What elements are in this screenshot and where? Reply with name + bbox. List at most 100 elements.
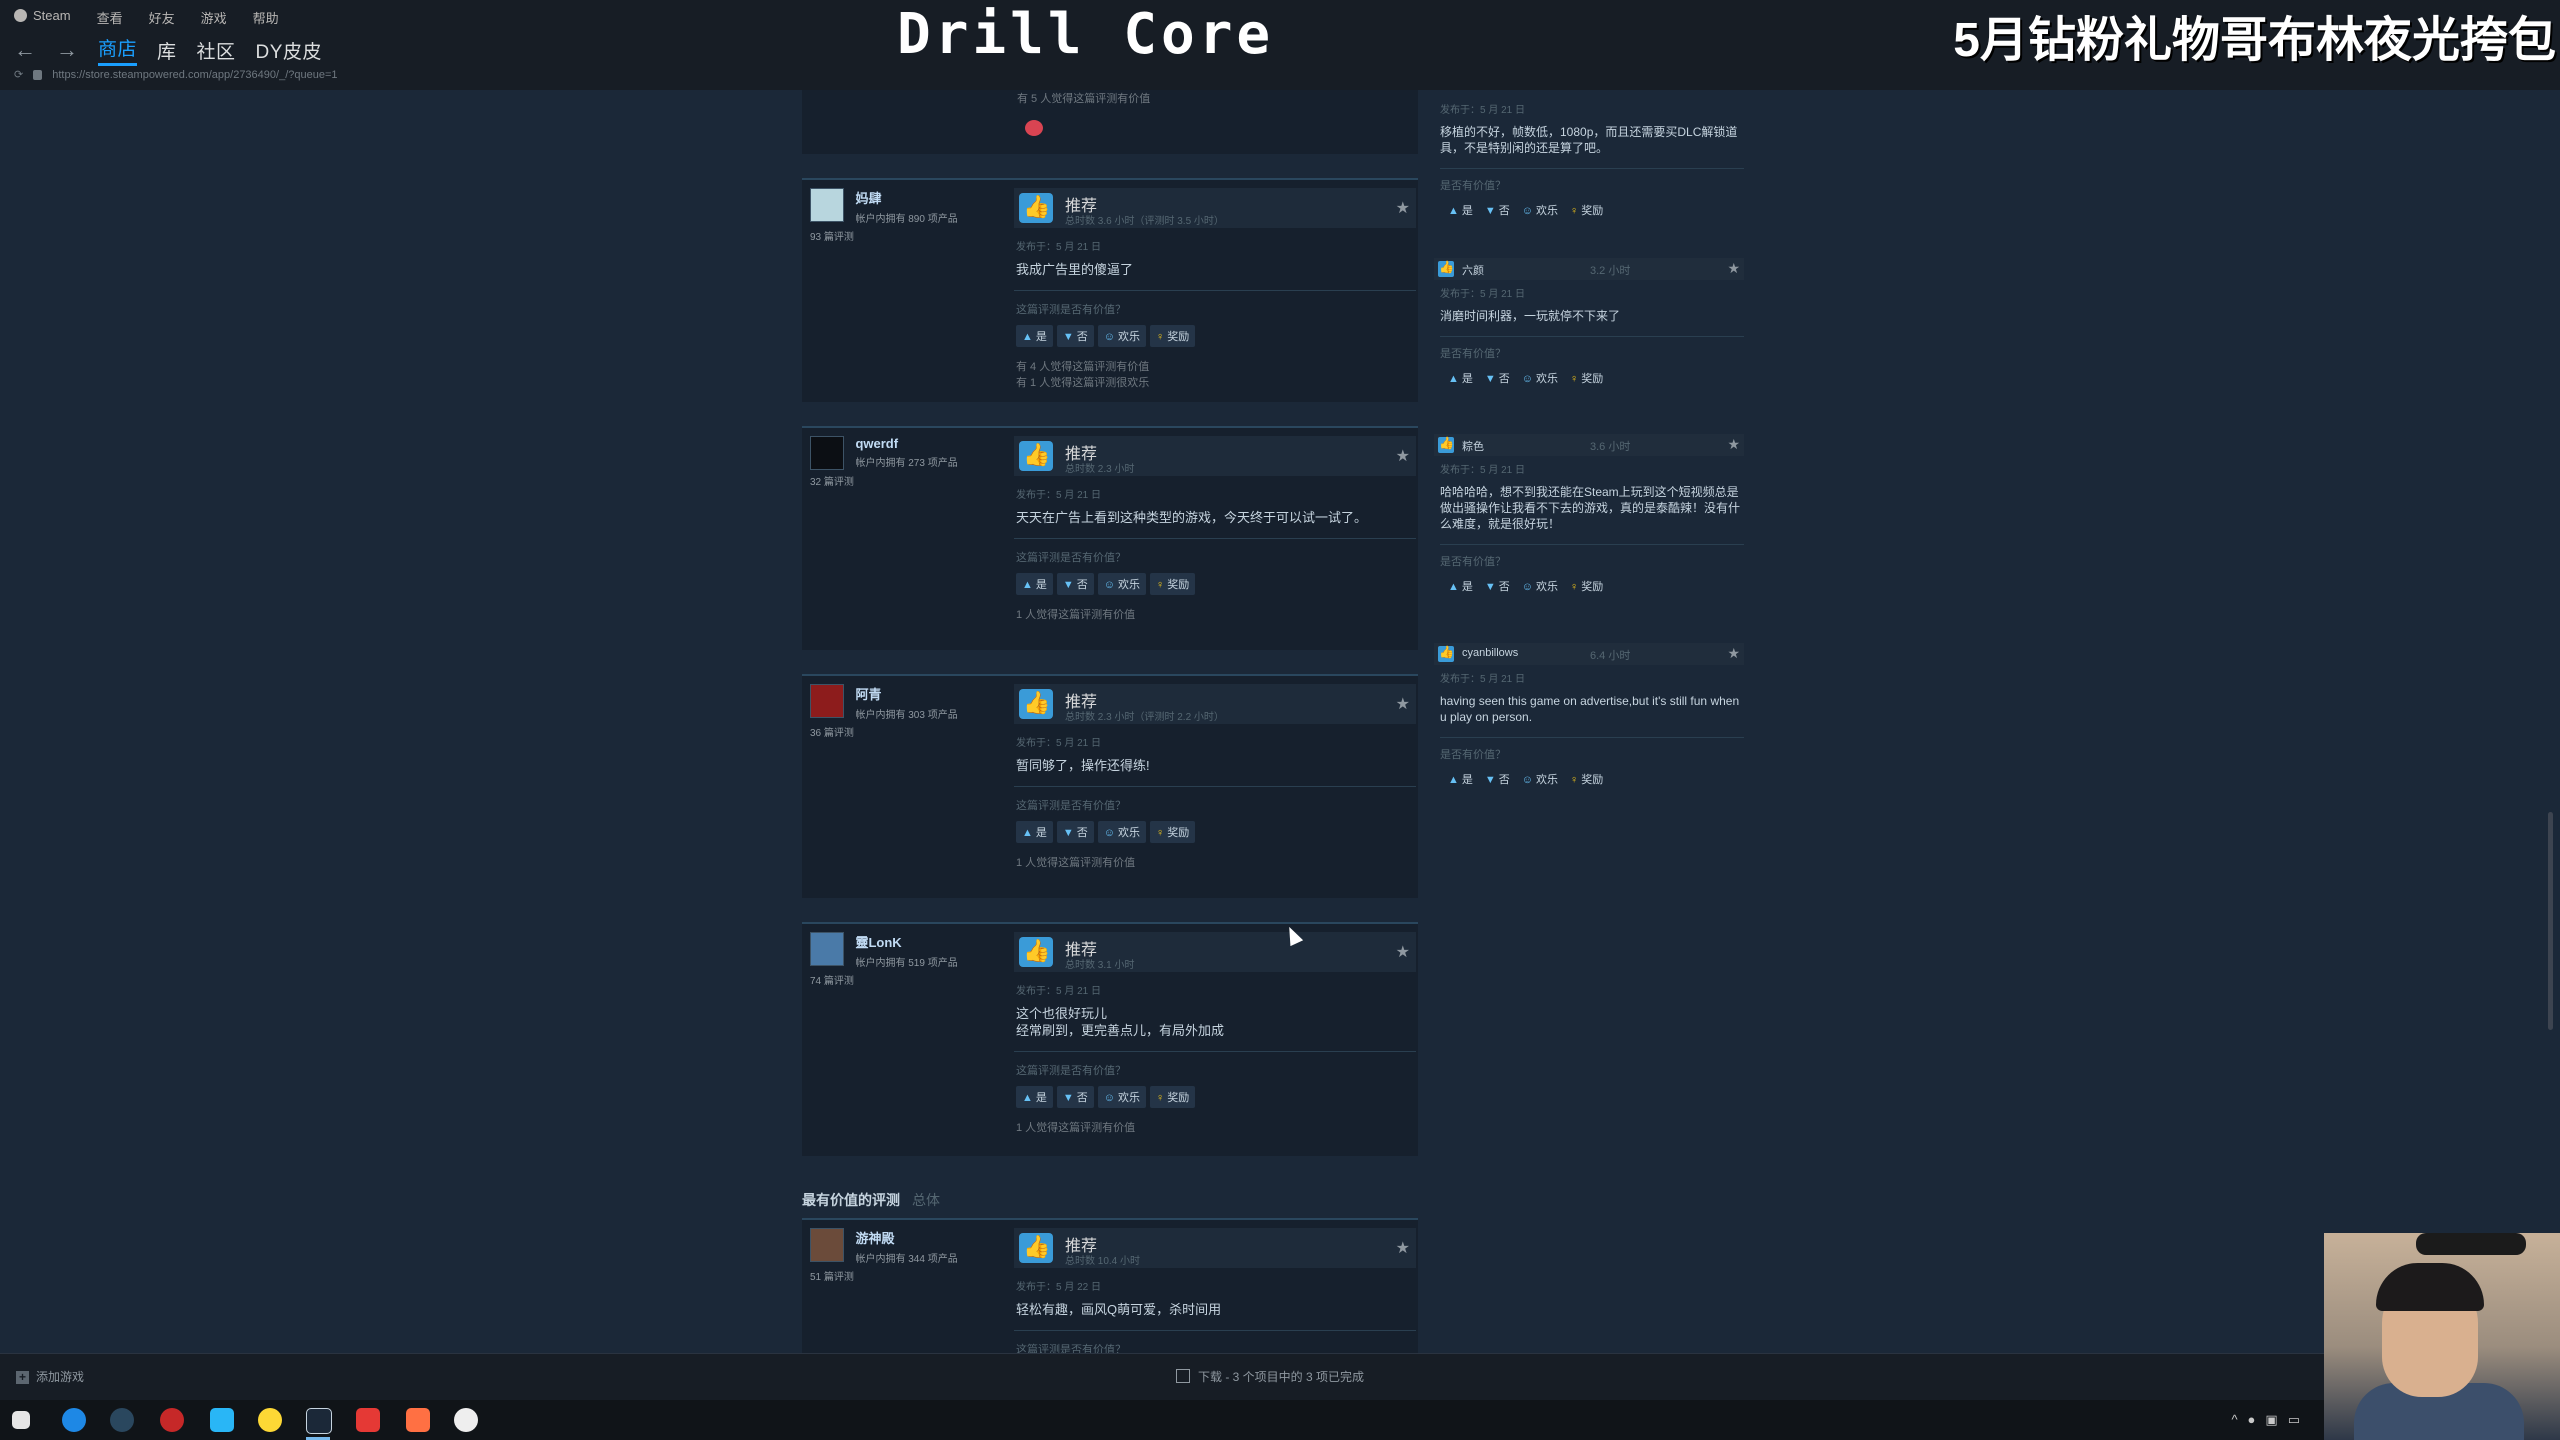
vote-header[interactable]: 推荐 总时数 2.3 小时（评测时 2.2 小时） ★ bbox=[1014, 684, 1416, 724]
section-filter[interactable]: 总体 bbox=[912, 1192, 940, 1208]
funny-button[interactable]: ☺ 欢乐 bbox=[1522, 578, 1558, 594]
app-icon[interactable] bbox=[454, 1408, 478, 1432]
award-button[interactable]: ♀ 奖励 bbox=[1570, 771, 1603, 787]
url-text[interactable]: https://store.steampowered.com/app/27364… bbox=[52, 69, 337, 81]
award-button[interactable]: ♀ 奖励 bbox=[1150, 1086, 1196, 1108]
star-icon[interactable]: ★ bbox=[1396, 446, 1410, 466]
no-button[interactable]: ▼ 否 bbox=[1056, 1086, 1094, 1108]
refresh-icon[interactable]: ⟳ bbox=[14, 68, 23, 81]
star-icon[interactable]: ★ bbox=[1396, 198, 1410, 218]
yes-button[interactable]: ▲ 是 bbox=[1448, 202, 1473, 218]
no-button[interactable]: ▼ 否 bbox=[1056, 821, 1094, 843]
review-author[interactable]: 妈肆 帐户内拥有 890 项产品 93 篇评测 bbox=[810, 188, 1000, 243]
star-icon[interactable]: ★ bbox=[1727, 436, 1740, 453]
award-button[interactable]: ♀ 奖励 bbox=[1570, 370, 1603, 386]
avatar[interactable] bbox=[810, 188, 844, 222]
side-review-header[interactable]: 粽色 3.6 小时 ★ bbox=[1434, 434, 1744, 456]
tab-store[interactable]: 商店 bbox=[98, 34, 138, 66]
vote-header[interactable]: 推荐 总时数 3.1 小时 ★ bbox=[1014, 932, 1416, 972]
author-review-count[interactable]: 74 篇评测 bbox=[810, 972, 1000, 987]
yes-button[interactable]: ▲ 是 bbox=[1448, 578, 1473, 594]
author-name[interactable]: 阿青 bbox=[855, 684, 995, 703]
author-review-count[interactable]: 36 篇评测 bbox=[810, 724, 1000, 739]
no-button[interactable]: ▼ 否 bbox=[1485, 771, 1510, 787]
add-game-button[interactable]: + 添加游戏 bbox=[16, 1368, 84, 1385]
author-name[interactable]: 妈肆 bbox=[855, 188, 995, 207]
funny-button[interactable]: ☺ 欢乐 bbox=[1097, 821, 1147, 843]
no-button[interactable]: ▼ 否 bbox=[1056, 573, 1094, 595]
author-review-count[interactable]: 51 篇评测 bbox=[810, 1268, 1000, 1283]
star-icon[interactable]: ★ bbox=[1396, 694, 1410, 714]
tab-community[interactable]: 社区 bbox=[197, 37, 236, 64]
funny-button[interactable]: ☺ 欢乐 bbox=[1522, 202, 1558, 218]
review-author[interactable]: 阿青 帐户内拥有 303 项产品 36 篇评测 bbox=[810, 684, 1000, 739]
author-name[interactable]: 靈LonK bbox=[855, 932, 995, 951]
vote-header[interactable]: 推荐 总时数 2.3 小时 ★ bbox=[1014, 436, 1416, 476]
side-review-header[interactable]: 六颜 3.2 小时 ★ bbox=[1434, 258, 1744, 280]
no-button[interactable]: ▼ 否 bbox=[1485, 370, 1510, 386]
yes-button[interactable]: ▲ 是 bbox=[1448, 370, 1473, 386]
side-author-name[interactable]: 粽色 bbox=[1462, 438, 1484, 454]
side-author-name[interactable]: cyanbillows bbox=[1462, 647, 1518, 659]
no-button[interactable]: ▼ 否 bbox=[1485, 578, 1510, 594]
funny-button[interactable]: ☺ 欢乐 bbox=[1522, 370, 1558, 386]
star-icon[interactable]: ★ bbox=[1396, 942, 1410, 962]
review-author[interactable]: qwerdf 帐户内拥有 273 项产品 32 篇评测 bbox=[810, 436, 1000, 488]
author-name[interactable]: qwerdf bbox=[855, 436, 995, 451]
menu-friends[interactable]: 好友 bbox=[149, 8, 175, 28]
no-button[interactable]: ▼ 否 bbox=[1485, 202, 1510, 218]
vote-header[interactable]: 推荐 总时数 10.4 小时 ★ bbox=[1014, 1228, 1416, 1268]
award-button[interactable]: ♀ 奖励 bbox=[1150, 573, 1196, 595]
app-icon[interactable] bbox=[356, 1408, 380, 1432]
yes-button[interactable]: ▲ 是 bbox=[1448, 771, 1473, 787]
review-author[interactable]: 游神殿 帐户内拥有 344 项产品 51 篇评测 bbox=[810, 1228, 1000, 1283]
browser-icon[interactable] bbox=[62, 1408, 86, 1432]
tray-chevron-icon[interactable]: ^ bbox=[2231, 1412, 2237, 1428]
chat-icon[interactable] bbox=[210, 1408, 234, 1432]
award-button[interactable]: ♀ 奖励 bbox=[1570, 578, 1603, 594]
star-icon[interactable]: ★ bbox=[1396, 1238, 1410, 1258]
app-icon[interactable] bbox=[406, 1408, 430, 1432]
downloads-status[interactable]: 下载 - 3 个项目中的 3 项已完成 bbox=[1176, 1368, 1364, 1385]
back-arrow-icon[interactable]: ← bbox=[14, 39, 36, 61]
yes-button[interactable]: ▲ 是 bbox=[1016, 325, 1053, 347]
award-button[interactable]: ♀ 奖励 bbox=[1570, 202, 1603, 218]
forward-arrow-icon[interactable]: → bbox=[56, 39, 78, 61]
yes-button[interactable]: ▲ 是 bbox=[1016, 1086, 1053, 1108]
award-button[interactable]: ♀ 奖励 bbox=[1150, 325, 1196, 347]
author-name[interactable]: 游神殿 bbox=[855, 1228, 995, 1247]
avatar[interactable] bbox=[810, 684, 844, 718]
steam-icon[interactable] bbox=[306, 1408, 332, 1434]
avatar[interactable] bbox=[810, 932, 844, 966]
funny-button[interactable]: ☺ 欢乐 bbox=[1097, 573, 1147, 595]
funny-button[interactable]: ☺ 欢乐 bbox=[1097, 1086, 1147, 1108]
side-author-name[interactable]: 六颜 bbox=[1462, 262, 1484, 278]
funny-button[interactable]: ☺ 欢乐 bbox=[1522, 771, 1558, 787]
no-button[interactable]: ▼ 否 bbox=[1056, 325, 1094, 347]
tab-profile[interactable]: DY皮皮 bbox=[256, 37, 322, 64]
network-icon[interactable]: ▣ bbox=[2265, 1412, 2277, 1428]
review-author[interactable]: 靈LonK 帐户内拥有 519 项产品 74 篇评测 bbox=[810, 932, 1000, 987]
star-icon[interactable]: ★ bbox=[1727, 645, 1740, 662]
app-icon[interactable] bbox=[258, 1408, 282, 1432]
avatar[interactable] bbox=[810, 436, 844, 470]
steam-icon[interactable] bbox=[110, 1408, 134, 1432]
menu-view[interactable]: 查看 bbox=[97, 8, 123, 28]
side-review-header[interactable]: cyanbillows 6.4 小时 ★ bbox=[1434, 643, 1744, 665]
yes-button[interactable]: ▲ 是 bbox=[1016, 573, 1053, 595]
app-icon[interactable] bbox=[160, 1408, 184, 1432]
vote-header[interactable]: 推荐 总时数 3.6 小时（评测时 3.5 小时） ★ bbox=[1014, 188, 1416, 228]
author-review-count[interactable]: 93 篇评测 bbox=[810, 228, 1000, 243]
menu-games[interactable]: 游戏 bbox=[201, 8, 227, 28]
microphone-icon[interactable]: ● bbox=[2248, 1412, 2256, 1428]
menu-help[interactable]: 帮助 bbox=[253, 8, 279, 28]
windows-start-icon[interactable] bbox=[12, 1411, 30, 1429]
award-button[interactable]: ♀ 奖励 bbox=[1150, 821, 1196, 843]
scrollbar-thumb[interactable] bbox=[2548, 812, 2553, 1030]
tab-library[interactable]: 库 bbox=[157, 37, 177, 64]
star-icon[interactable]: ★ bbox=[1727, 260, 1740, 277]
yes-button[interactable]: ▲ 是 bbox=[1016, 821, 1053, 843]
menu-steam[interactable]: Steam bbox=[14, 8, 71, 28]
funny-button[interactable]: ☺ 欢乐 bbox=[1097, 325, 1147, 347]
display-icon[interactable]: ▭ bbox=[2288, 1412, 2300, 1428]
